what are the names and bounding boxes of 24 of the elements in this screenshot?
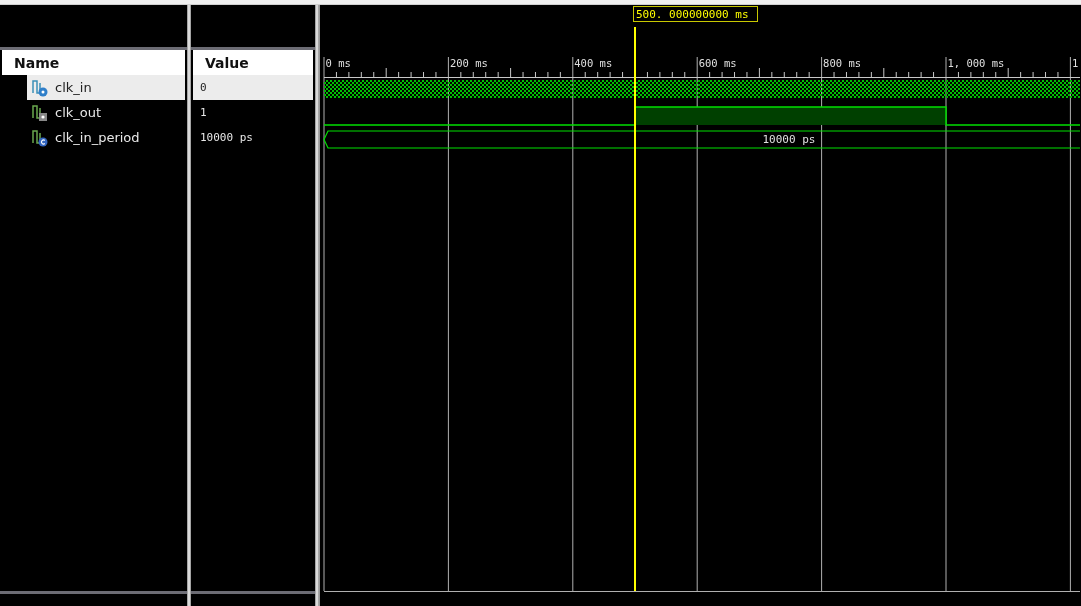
column-header[interactable]: Name: [2, 50, 185, 75]
time-cursor[interactable]: [634, 26, 636, 592]
signal-name: clk_out: [55, 105, 102, 120]
signal-value: 0: [193, 75, 313, 100]
time-label: 1, 000 ms: [947, 57, 1005, 69]
signal-name: clk_in_period: [55, 130, 140, 145]
time-label: 400 ms: [574, 57, 613, 69]
constant-signal-icon: [31, 128, 49, 147]
time-label: 200 ms: [449, 57, 488, 69]
signal-row[interactable]: clk_in_period: [27, 125, 185, 150]
signal-row[interactable]: clk_in: [27, 75, 185, 100]
column-header[interactable]: Value: [193, 50, 313, 75]
input-signal-icon: [31, 78, 49, 97]
signal-row[interactable]: clk_out: [27, 100, 185, 125]
cursor-time-label: 500. 000000000 ms: [633, 6, 758, 22]
bus-value: 10000 ps: [762, 133, 816, 146]
signal-name: clk_in: [55, 80, 92, 95]
signal-value: 1: [199, 105, 208, 121]
time-label: 0 ms: [325, 57, 351, 69]
time-label: 800 ms: [823, 57, 862, 69]
time-label: 1: [1071, 57, 1079, 69]
signal-value: 10000 ps: [199, 130, 254, 146]
time-label: 600 ms: [698, 57, 737, 69]
output-signal-icon: [31, 103, 49, 122]
